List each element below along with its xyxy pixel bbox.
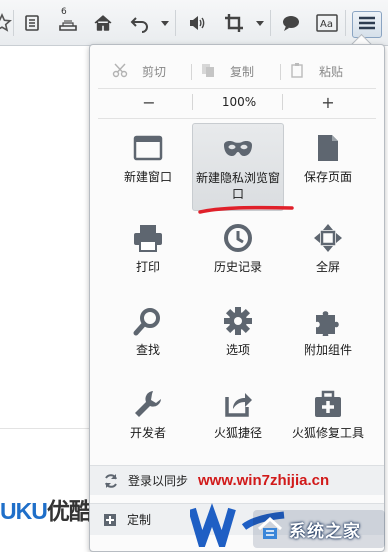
- print-button[interactable]: 打印: [102, 213, 194, 301]
- new-private-window-button[interactable]: 新建隐私浏览窗口: [192, 123, 284, 211]
- firefox-repair-label: 火狐修复工具: [291, 426, 364, 440]
- back-icon[interactable]: [128, 11, 152, 35]
- panel-divider: [98, 118, 376, 119]
- cut-label: 剪切: [142, 64, 167, 79]
- history-clock-icon: [222, 222, 254, 254]
- paste-label: 粘贴: [319, 64, 344, 79]
- zoom-controls: − 100% +: [90, 91, 384, 113]
- save-page-label: 保存页面: [303, 170, 352, 184]
- options-button[interactable]: 选项: [192, 296, 284, 384]
- toolbar-divider: [345, 10, 346, 36]
- developer-label: 开发者: [129, 426, 166, 440]
- customize-plus-icon: [103, 513, 117, 527]
- options-gear-icon: [222, 305, 254, 337]
- fullscreen-label: 全屏: [315, 260, 340, 274]
- zoom-divider: [192, 94, 193, 110]
- fullscreen-icon: [312, 222, 344, 254]
- customize-label: 定制: [127, 513, 152, 527]
- download-icon[interactable]: 6: [56, 7, 80, 35]
- firefox-shortcut-button[interactable]: 火狐捷径: [192, 379, 284, 467]
- new-private-window-label: 新建隐私浏览窗口: [195, 171, 280, 201]
- repair-toolbox-icon: [312, 388, 344, 420]
- translate-icon[interactable]: Aa: [315, 11, 339, 35]
- addons-puzzle-icon: [312, 305, 344, 337]
- scissors-icon: [112, 62, 128, 81]
- translate-label: Aa: [320, 19, 333, 30]
- download-badge: 6: [61, 7, 67, 17]
- star-icon[interactable]: [0, 11, 14, 35]
- print-icon: [132, 222, 164, 254]
- save-page-button[interactable]: 保存页面: [282, 123, 374, 211]
- find-button[interactable]: 查找: [102, 296, 194, 384]
- volume-icon[interactable]: [185, 11, 209, 35]
- edit-divider: [280, 64, 281, 80]
- cut-button[interactable]: 剪切: [112, 58, 166, 84]
- sync-icon: [103, 473, 119, 489]
- dropdown-icon[interactable]: [254, 11, 266, 35]
- developer-wrench-icon: [132, 388, 164, 420]
- page-divider: [0, 428, 90, 429]
- new-window-button[interactable]: 新建窗口: [102, 123, 194, 211]
- menu-icon: [358, 16, 376, 33]
- zoom-out-button[interactable]: −: [119, 91, 179, 113]
- find-label: 查找: [135, 343, 160, 357]
- edit-divider: [191, 64, 192, 80]
- options-label: 选项: [225, 343, 250, 357]
- home-icon[interactable]: [91, 11, 115, 35]
- history-label: 历史记录: [213, 260, 262, 274]
- toolbar-divider: [270, 10, 271, 36]
- copy-label: 复制: [230, 64, 255, 79]
- save-page-icon: [312, 132, 344, 164]
- firefox-shortcut-label: 火狐捷径: [213, 426, 262, 440]
- house-logo-icon: [257, 516, 283, 542]
- chat-icon[interactable]: [279, 11, 303, 35]
- copy-icon: [200, 62, 216, 81]
- youku-logo-chinese: 优酷: [46, 498, 92, 524]
- youku-logo-latin: UKU: [0, 498, 48, 524]
- toolbar-divider: [13, 10, 14, 36]
- panel-divider: [98, 88, 376, 89]
- paste-button[interactable]: 粘贴: [289, 58, 343, 84]
- sync-label: 登录以同步: [128, 474, 189, 488]
- zoom-reset-button[interactable]: 100%: [209, 91, 269, 113]
- print-label: 打印: [135, 260, 160, 274]
- find-magnifier-icon: [132, 305, 164, 337]
- zoom-divider: [282, 94, 283, 110]
- menu-button[interactable]: [352, 11, 382, 38]
- fullscreen-button[interactable]: 全屏: [282, 213, 374, 301]
- addons-label: 附加组件: [303, 343, 352, 357]
- navigation-toolbar: 6 Aa: [0, 0, 388, 46]
- new-window-label: 新建窗口: [123, 170, 172, 184]
- firefox-repair-button[interactable]: 火狐修复工具: [282, 379, 374, 467]
- watermark-brand: 系统之家: [289, 521, 361, 542]
- crop-icon[interactable]: [222, 11, 246, 35]
- reader-icon[interactable]: [20, 11, 44, 35]
- dropdown-icon[interactable]: [159, 11, 171, 35]
- history-button[interactable]: 历史记录: [192, 213, 284, 301]
- private-mask-icon: [222, 133, 254, 165]
- zoom-in-button[interactable]: +: [298, 91, 358, 113]
- toolbar-divider: [175, 10, 176, 36]
- watermark-logo: 系统之家: [253, 510, 385, 548]
- youku-logo[interactable]: UKU优酷: [0, 492, 92, 526]
- copy-button[interactable]: 复制: [200, 58, 254, 84]
- developer-button[interactable]: 开发者: [102, 379, 194, 467]
- new-window-icon: [132, 132, 164, 164]
- shortcut-arrow-icon: [222, 388, 254, 420]
- addons-button[interactable]: 附加组件: [282, 296, 374, 384]
- clipboard-icon: [289, 62, 305, 81]
- edit-controls: 剪切 复制 粘贴: [90, 58, 384, 84]
